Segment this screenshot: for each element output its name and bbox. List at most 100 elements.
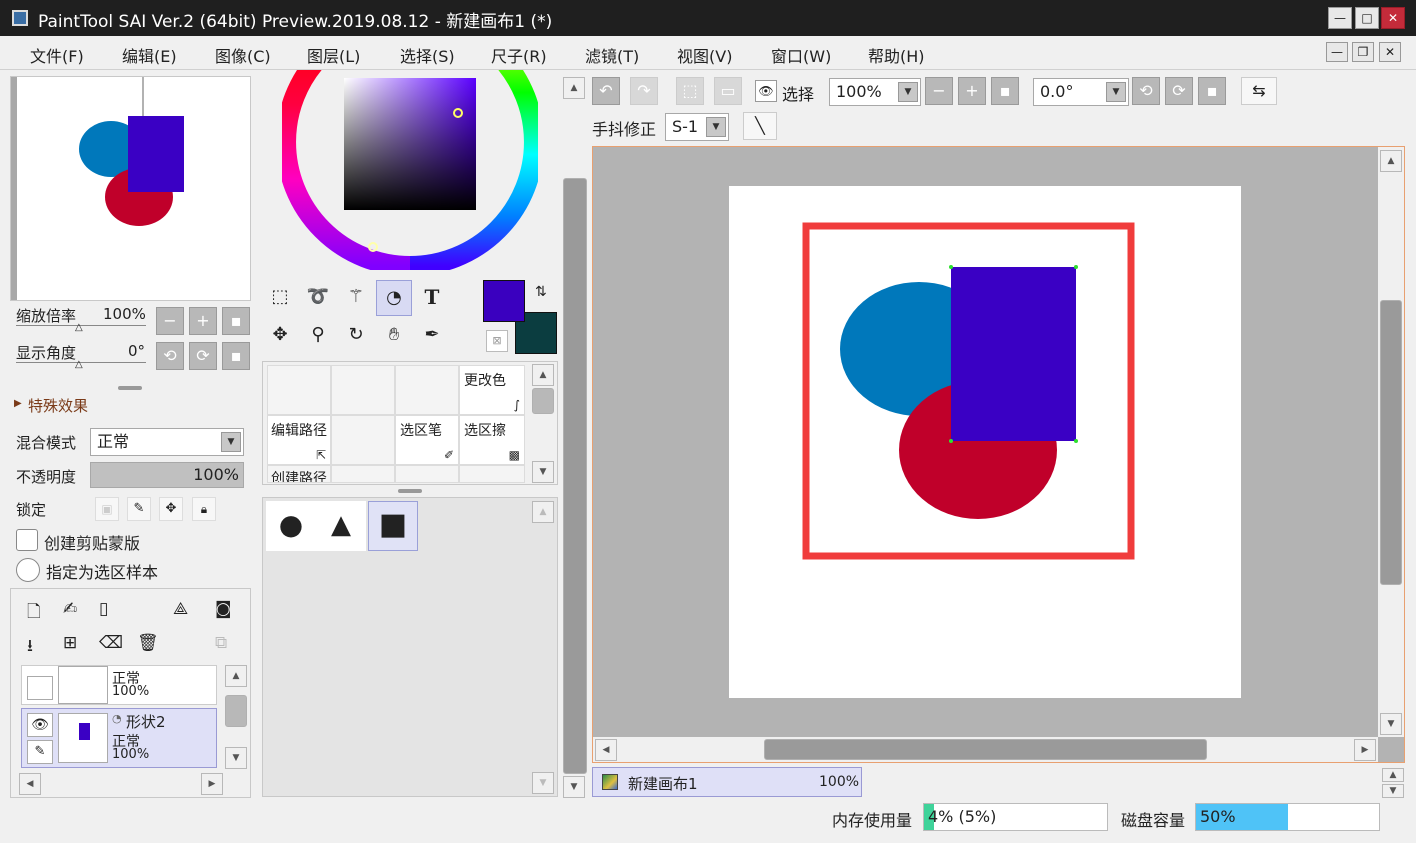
mdi-close-button[interactable]: ✕ [1379,42,1401,62]
handle-top-left[interactable] [949,265,953,269]
move-icon[interactable]: ✥ [262,318,298,354]
merge-visible-icon[interactable]: ⊞ [63,633,77,653]
tool-scroll-thumb[interactable] [532,388,554,414]
canvas-scroll-left[interactable]: ◀ [595,739,617,761]
eyedropper-icon[interactable]: ✒ [414,318,450,354]
menu-help[interactable]: 帮助(H) [868,43,925,67]
tool-scroll-down[interactable]: ▼ [532,461,554,483]
rotate-reset-button[interactable]: ▪ [222,342,250,370]
lock-move-icon[interactable]: ✥ [159,497,183,521]
angle-select[interactable]: 0.0° ▼ [1033,78,1129,106]
clipping-label[interactable]: 创建剪贴蒙版 [44,530,140,554]
canvas-svg[interactable] [593,147,1377,737]
zoom-slider-thumb[interactable]: △ [75,322,83,333]
navigator-preview[interactable] [19,77,249,300]
zoom-reset-button[interactable]: ▪ [222,307,250,335]
canvas-vscroll-thumb[interactable] [1380,300,1402,585]
swap-colors-icon[interactable]: ⇅ [535,284,547,300]
tool-cell[interactable] [267,365,331,415]
menu-file[interactable]: 文件(F) [30,43,84,67]
handle-bottom-right[interactable] [1074,439,1078,443]
panel-scroll-down[interactable]: ▼ [563,776,585,798]
canvas-viewport[interactable]: ▲ ▼ ◀ ▶ [592,146,1405,763]
invert-selection-button[interactable]: ▭ [714,77,742,105]
layer-hscroll-right[interactable]: ▶ [201,773,223,795]
canvas-scroll-down[interactable]: ▼ [1380,713,1402,735]
tool-cell-edit-path[interactable]: 编辑路径 ⇱ [267,415,331,465]
rect-select-icon[interactable]: ⬚ [262,280,298,316]
menu-window[interactable]: 窗口(W) [771,43,831,67]
layer-hscroll-left[interactable]: ◀ [19,773,41,795]
effects-label[interactable]: 特殊效果 [28,395,88,416]
tool-cell-select-pen[interactable]: 选区笔 ✐ [395,415,459,465]
new-linework-icon[interactable]: ✍︎ [63,599,77,619]
new-layer-icon[interactable]: 🗋︎ [27,599,41,628]
shape-scroll-down[interactable]: ▼ [532,772,554,794]
angle-slider-thumb[interactable]: △ [75,359,83,370]
layer-row[interactable]: 正常 100% [21,665,217,705]
document-tab[interactable]: 新建画布1 100% [592,767,862,797]
clear-layer-icon[interactable]: ⌫ [99,633,123,653]
layer-scroll-thumb[interactable] [225,695,247,727]
shape-tool-icon[interactable]: ◔ [376,280,412,316]
opacity-slider[interactable]: 100% [90,462,244,488]
lock-transparency-icon[interactable]: ▣ [95,497,119,521]
tool-cell[interactable] [395,365,459,415]
circle-shape-button[interactable]: ● [266,501,316,551]
square-shape-button[interactable]: ■ [368,501,418,551]
undo-button[interactable]: ↶ [592,77,620,105]
stabilizer-select[interactable]: S-1 ▼ [665,113,729,141]
toolbar-zoom-out-button[interactable]: − [925,77,953,105]
text-tool-icon[interactable]: T [414,280,450,316]
zoom-select[interactable]: 100% ▼ [829,78,921,106]
blend-mode-select[interactable]: 正常 ▼ [90,428,244,456]
pencil-icon[interactable]: ✎ [27,740,53,764]
menu-layer[interactable]: 图层(L) [307,43,360,67]
selection-source-label[interactable]: 指定为选区样本 [46,559,158,583]
layer-effects-icon[interactable]: ⟁ [173,599,188,619]
hue-marker[interactable] [368,242,378,252]
merge-down-icon[interactable]: ⭳ [27,633,33,662]
tool-cell[interactable] [459,465,525,483]
zoom-icon[interactable]: ⚲ [300,318,336,354]
panel-scroll-thumb[interactable] [563,178,587,774]
primary-color-swatch[interactable] [483,280,525,322]
layer-row-selected[interactable]: 👁︎ ✎ ◔ 形状2 正常 100% [21,708,217,768]
lasso-icon[interactable]: ➰ [300,280,336,316]
minimize-button[interactable]: — [1328,7,1352,29]
lock-all-icon[interactable]: 🔒︎ [192,497,216,521]
tabs-scroll-down[interactable]: ▼ [1382,784,1404,798]
close-button[interactable]: ✕ [1381,7,1405,29]
maximize-button[interactable]: □ [1355,7,1379,29]
zoom-out-button[interactable]: − [156,307,184,335]
layer-scroll-up[interactable]: ▲ [225,665,247,687]
handle-top-right[interactable] [1074,265,1078,269]
rotate-left-button[interactable]: ⟲ [156,342,184,370]
tool-cell-create-path[interactable]: 创建路径 [267,465,331,483]
rotate-icon[interactable]: ↻ [338,318,374,354]
toolbar-rotate-right-button[interactable]: ⟳ [1165,77,1193,105]
new-folder-icon[interactable]: ▯ [99,599,108,619]
toolbar-zoom-reset-button[interactable]: ▪ [991,77,1019,105]
selection-source-radio[interactable] [16,558,40,582]
clipping-checkbox[interactable] [16,529,38,551]
redo-button[interactable]: ↷ [630,77,658,105]
menu-filter[interactable]: 滤镜(T) [585,43,639,67]
layer-mask-icon[interactable]: ◙ [215,599,232,619]
tool-cell[interactable] [331,415,395,465]
flip-horizontal-icon[interactable]: ⇆ [1241,77,1277,105]
color-wheel[interactable] [282,70,538,270]
line-tool-icon[interactable]: ╲ [743,112,777,140]
menu-image[interactable]: 图像(C) [215,43,271,67]
delete-layer-icon[interactable]: 🗑︎ [137,633,159,653]
mdi-restore-button[interactable]: ❐ [1352,42,1374,62]
magic-wand-icon[interactable]: ⚚ [338,280,374,316]
toolbar-rotate-left-button[interactable]: ⟲ [1132,77,1160,105]
middle-divider-grip[interactable] [398,489,422,493]
canvas-scroll-up[interactable]: ▲ [1380,150,1402,172]
zoom-in-button[interactable]: + [189,307,217,335]
toolbar-zoom-in-button[interactable]: + [958,77,986,105]
menu-ruler[interactable]: 尺子(R) [491,43,547,67]
transparent-color-icon[interactable]: ⊠ [486,330,508,352]
canvas-hscroll-thumb[interactable] [764,739,1207,760]
